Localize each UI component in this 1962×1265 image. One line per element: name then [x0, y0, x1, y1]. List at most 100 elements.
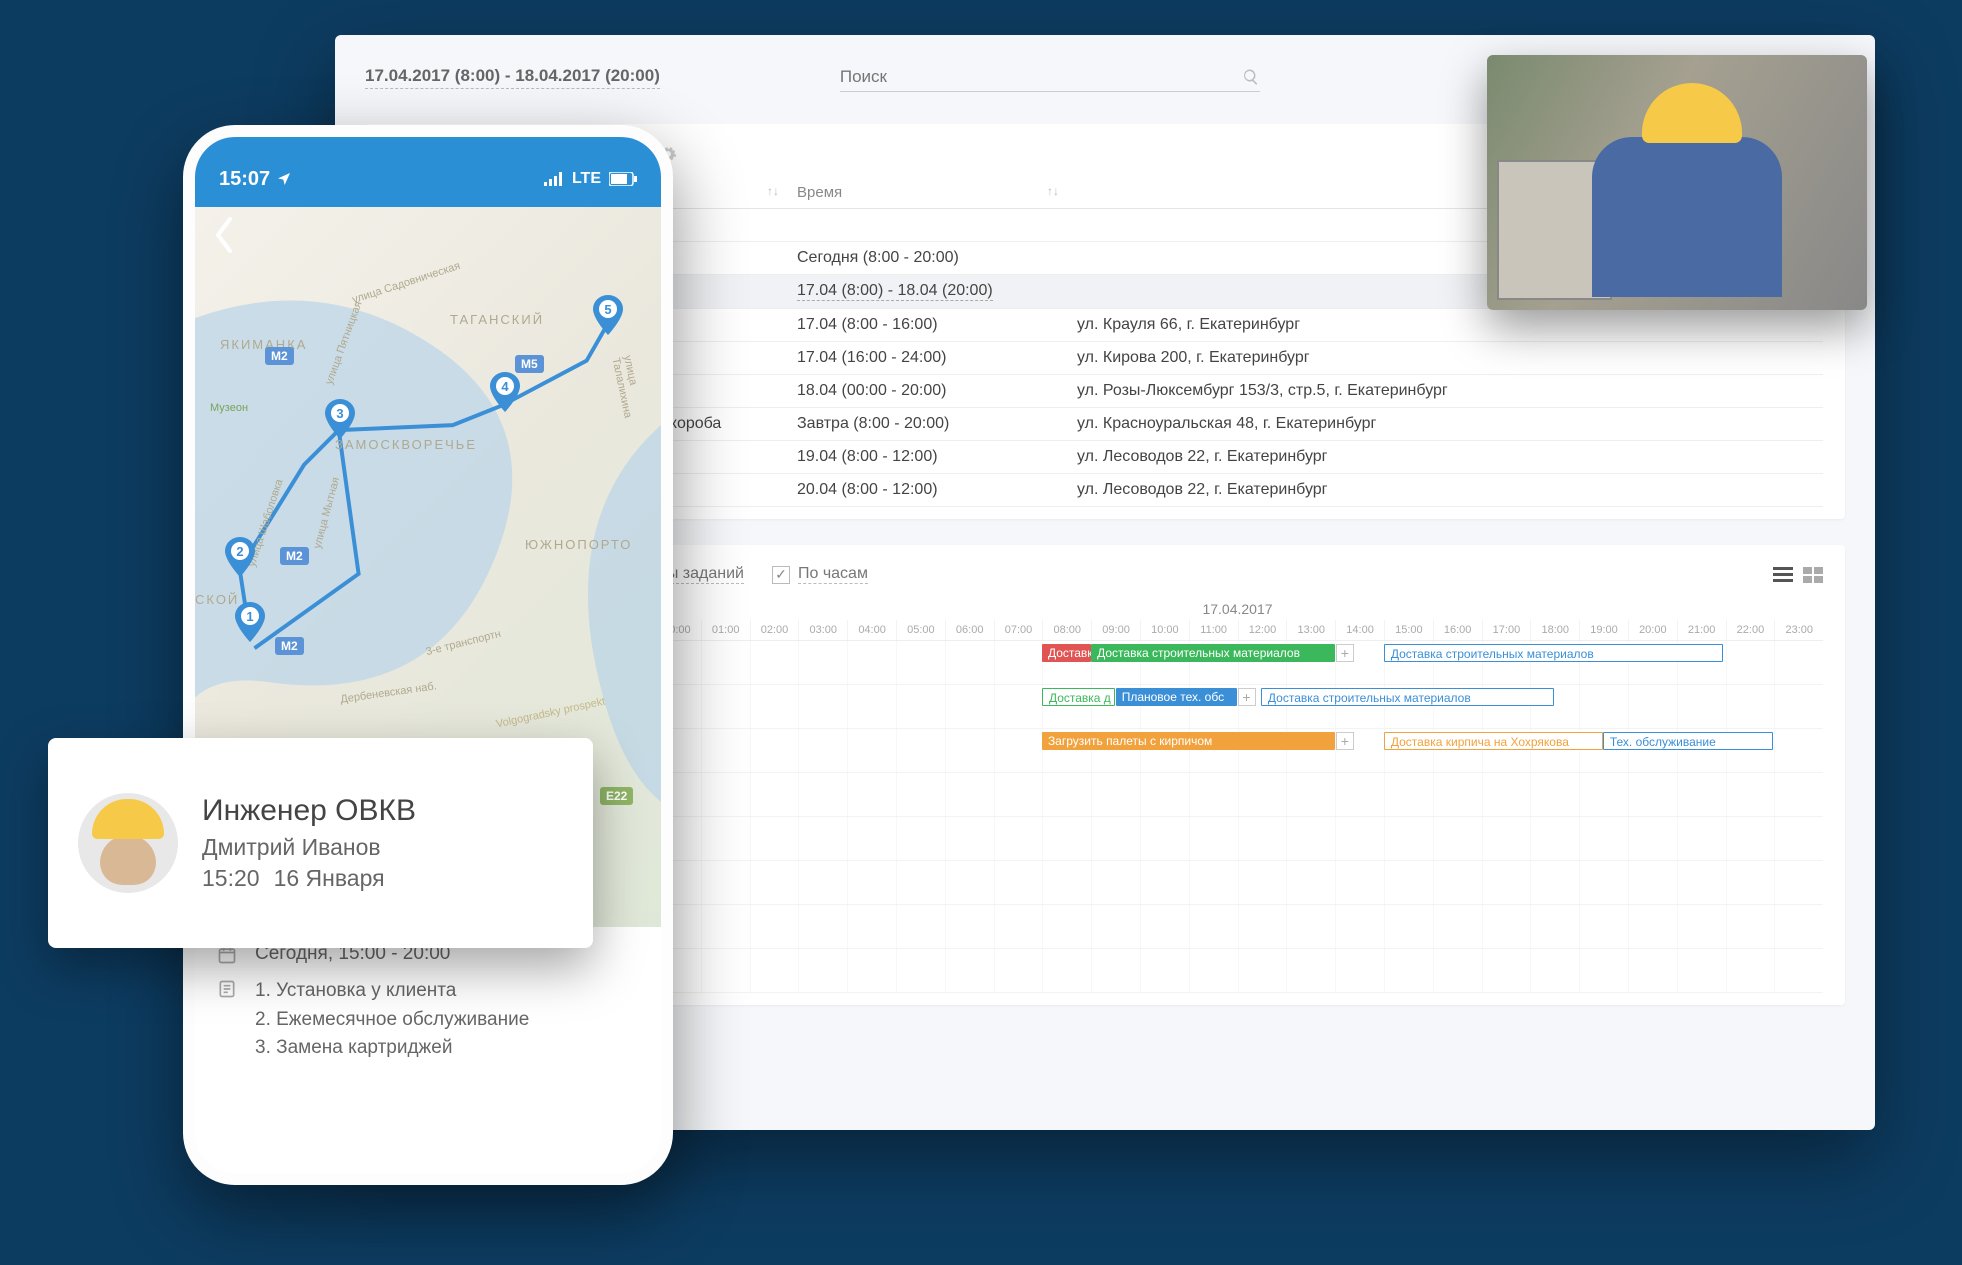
district-label: СКОЙ: [195, 592, 239, 607]
task-time: 17.04 (8:00) - 18.04 (20:00): [797, 282, 1077, 301]
map-pin[interactable]: 2: [225, 537, 255, 577]
hour-cell: 01:00: [701, 620, 750, 640]
task-time: 20.04 (8:00 - 12:00): [797, 481, 1077, 499]
sort-icon[interactable]: ↑↓: [767, 184, 779, 201]
map-pin[interactable]: 3: [325, 399, 355, 439]
gantt-row-empty: [652, 949, 1823, 993]
task-address: ул. Крауля 66, г. Екатеринбург: [1077, 316, 1813, 334]
task-time: Сегодня (8:00 - 20:00): [797, 249, 1077, 267]
hour-cell: 16:00: [1433, 620, 1482, 640]
hour-cell: 10:00: [1140, 620, 1189, 640]
hour-cell: 21:00: [1677, 620, 1726, 640]
hour-cell: 11:00: [1189, 620, 1238, 640]
hour-cell: 07:00: [994, 620, 1043, 640]
date-range-picker[interactable]: 17.04.2017 (8:00) - 18.04.2017 (20:00): [365, 66, 660, 89]
add-task-button[interactable]: +: [1336, 644, 1354, 662]
task-time: 19.04 (8:00 - 12:00): [797, 448, 1077, 466]
task-time: 17.04 (8:00 - 16:00): [797, 316, 1077, 334]
task-address: ул. Красноуральская 48, г. Екатеринбург: [1077, 415, 1813, 433]
hour-cell: 15:00: [1384, 620, 1433, 640]
svg-text:2: 2: [236, 544, 243, 559]
road-badge: М2: [275, 637, 304, 655]
district-label: ЯКИМАНКА: [220, 337, 307, 352]
gantt-row[interactable]: Доставка дПлановое тех. обс Доставка стро…: [652, 685, 1823, 729]
location-arrow-icon: [276, 171, 292, 187]
district-label: ТАГАНСКИЙ: [450, 312, 544, 327]
phone-mockup: 15:07 LTE ЯКИМАНКА ТАГАНСКИЙ ЗАМОСКВОРЕЧ…: [183, 125, 673, 1185]
engineer-role: Инженер ОВКВ: [202, 794, 416, 828]
search-input[interactable]: [840, 63, 1242, 91]
hour-cell: 02:00: [750, 620, 799, 640]
district-label: ЗАМОСКВОРЕЧЬЕ: [335, 437, 477, 452]
list-view-icon[interactable]: [1773, 567, 1793, 583]
hour-cell: 09:00: [1091, 620, 1140, 640]
gantt-bar[interactable]: Плановое тех. обс: [1116, 688, 1238, 706]
svg-text:5: 5: [604, 302, 611, 317]
hour-cell: 06:00: [945, 620, 994, 640]
engineer-name: Дмитрий Иванов: [202, 834, 416, 861]
gantt-bar[interactable]: Доставка строительных материалов: [1091, 644, 1335, 662]
hour-cell: 19:00: [1579, 620, 1628, 640]
hour-cell: 08:00: [1042, 620, 1091, 640]
signal-icon: [544, 172, 564, 186]
map-pin[interactable]: 1: [235, 602, 265, 642]
add-task-button[interactable]: +: [1238, 688, 1256, 706]
task-address: ул. Розы-Люксембург 153/3, стр.5, г. Ека…: [1077, 382, 1813, 400]
back-button[interactable]: [211, 215, 237, 260]
hour-cell: 18:00: [1530, 620, 1579, 640]
search-icon: [1242, 68, 1260, 86]
gantt-grid[interactable]: 17.04.2017 00:0001:0002:0003:0004:0005:0…: [652, 598, 1823, 993]
gantt-row[interactable]: ДоставкаДоставка строительных материалов…: [652, 641, 1823, 685]
hour-cell: 17:00: [1482, 620, 1531, 640]
task-time: Завтра (8:00 - 20:00): [797, 415, 1077, 433]
task-address: ул. Лесоводов 22, г. Екатеринбург: [1077, 448, 1813, 466]
gantt-row-empty: [652, 905, 1823, 949]
status-time: 15:07: [219, 168, 270, 191]
grid-view-icon[interactable]: [1803, 567, 1823, 583]
gantt-bar[interactable]: Тех. обслуживание: [1603, 732, 1773, 750]
road-badge: М2: [280, 547, 309, 565]
calendar-icon: [217, 945, 241, 971]
col-time-header[interactable]: Время: [797, 184, 842, 201]
phone-status-bar: 15:07 LTE: [195, 137, 661, 207]
list-icon: [217, 979, 241, 1005]
subtask: 1. Установка у клиента: [255, 977, 529, 1006]
task-details: Сегодня, 15:00 - 20:00 1. Установка у кл…: [195, 927, 661, 1085]
network-label: LTE: [572, 170, 601, 188]
sort-icon[interactable]: ↑↓: [1047, 184, 1059, 201]
gantt-bar[interactable]: Загрузить палеты с кирпичом: [1042, 732, 1335, 750]
view-toggle: [1773, 567, 1823, 583]
gantt-bar[interactable]: Доставка: [1042, 644, 1091, 662]
task-address: ул. Кирова 200, г. Екатеринбург: [1077, 349, 1813, 367]
gantt-bar[interactable]: Доставка кирпича на Хохрякова: [1384, 732, 1603, 750]
hourly-toggle[interactable]: По часам: [772, 565, 868, 584]
map-pin[interactable]: 5: [593, 295, 623, 335]
gantt-row-empty: [652, 861, 1823, 905]
svg-text:4: 4: [501, 379, 509, 394]
hour-cell: 23:00: [1774, 620, 1823, 640]
gantt-row[interactable]: Загрузить палеты с кирпичом Доставка кирп…: [652, 729, 1823, 773]
checkbox-icon: [772, 566, 790, 584]
gantt-bar[interactable]: Доставка строительных материалов: [1261, 688, 1554, 706]
task-address: ул. Лесоводов 22, г. Екатеринбург: [1077, 481, 1813, 499]
hour-cell: 12:00: [1238, 620, 1287, 640]
worker-photo: [1487, 55, 1867, 310]
hours-header: 00:0001:0002:0003:0004:0005:0006:0007:00…: [652, 620, 1823, 641]
gantt-bar[interactable]: Доставка строительных материалов: [1384, 644, 1724, 662]
engineer-datetime: 15:2016 Января: [202, 865, 416, 892]
gantt-bar[interactable]: Доставка д: [1042, 688, 1115, 706]
hour-cell: 20:00: [1628, 620, 1677, 640]
timeline-date: 17.04.2017: [652, 598, 1823, 620]
svg-text:3: 3: [336, 406, 343, 421]
engineer-card[interactable]: Инженер ОВКВ Дмитрий Иванов 15:2016 Янва…: [48, 738, 593, 948]
subtask: 2. Ежемесячное обслуживание: [255, 1006, 529, 1035]
add-task-button[interactable]: +: [1336, 732, 1354, 750]
avatar: [78, 793, 178, 893]
hour-cell: 22:00: [1726, 620, 1775, 640]
battery-icon: [609, 172, 637, 186]
district-label: ЮЖНОПОРТО: [525, 537, 632, 552]
map-pin[interactable]: 4: [490, 372, 520, 412]
svg-text:1: 1: [246, 609, 253, 624]
poi-label: Музеон: [210, 402, 248, 414]
global-search[interactable]: [840, 63, 1260, 92]
